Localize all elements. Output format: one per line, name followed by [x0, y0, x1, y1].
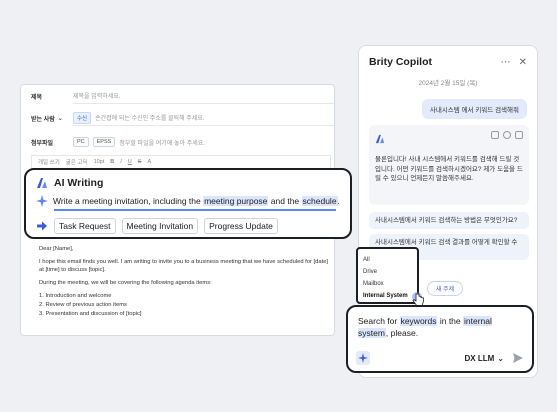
copilot-title: Brity Copilot	[369, 56, 432, 68]
llm-label: DX LLM	[464, 353, 495, 363]
attachment-hint: 첨부할 파일을 여기에 놓아 주세요.	[119, 140, 205, 147]
attachment-row: 첨부파일 PC EPSS 첨부할 파일을 여기에 놓아 주세요.	[21, 129, 334, 155]
body-line: During the meeting, we will be covering …	[39, 280, 212, 286]
chip-task-request[interactable]: Task Request	[54, 218, 116, 234]
recipient-input[interactable]: 수신 손간접에 되는 수신인 주소를 클릭해 주세요.	[73, 110, 334, 126]
sparkle-icon	[36, 195, 48, 207]
toolbar-mode[interactable]: 개일 쓰기	[38, 158, 60, 166]
strike-button[interactable]: S	[138, 159, 142, 165]
chevron-down-icon[interactable]: ⌄	[58, 115, 63, 122]
sparkle-button-icon[interactable]	[356, 351, 370, 365]
chip-progress-update[interactable]: Progress Update	[204, 218, 278, 234]
copy-icon[interactable]	[491, 131, 499, 139]
body-line: 1. Introduction and welcome	[39, 293, 112, 299]
toolbar-font[interactable]: 굴은 고딕	[66, 158, 88, 166]
body-line: 3. Presentation and discussion of [topic…	[39, 311, 142, 317]
chat-date: 2024년 2월 15일 (목)	[418, 80, 478, 87]
attachment-area[interactable]: PC EPSS 첨부할 파일을 여기에 놓아 주세요.	[73, 134, 334, 150]
search-scope-dropdown[interactable]: All Drive Mailbox Internal System	[356, 247, 419, 304]
attachment-label: 첨부파일	[31, 140, 54, 147]
ai-template-chips: Task Request Meeting Invitation Progress…	[36, 218, 340, 234]
toolbar-size[interactable]: 10pt	[94, 159, 105, 165]
underline-button[interactable]: U	[128, 159, 132, 165]
chevron-down-icon: ⌄	[497, 353, 504, 363]
subject-label: 제목	[31, 94, 43, 101]
bot-message: 물론입니다! 사내 시스템에서 키워드를 검색해 드릴 것입니다. 어떤 키워드…	[369, 125, 529, 205]
recipient-row: 받는 사람 ⌄ 수신 손간접에 되는 수신인 주소를 클릭해 주세요.	[21, 107, 334, 129]
ai-logo-icon	[375, 134, 385, 144]
new-topic-button[interactable]: 새 주제	[427, 281, 464, 296]
ai-prompt-text: Write a meeting invitation, including th…	[53, 196, 340, 206]
ai-prompt-underline	[54, 209, 336, 211]
body-line: Dear [Name],	[39, 246, 74, 252]
body-line: I hope this email finds you well. I am w…	[39, 259, 329, 273]
bold-button[interactable]: B	[110, 159, 114, 165]
suggested-question[interactable]: 사내시스템에서 키워드 검색하는 방법은 무엇인가요?	[369, 212, 529, 229]
send-icon[interactable]	[512, 352, 524, 364]
subject-input[interactable]: 제목을 입력하세요.	[73, 88, 334, 104]
attach-pc-button[interactable]: PC	[73, 137, 89, 147]
ai-writing-popup: AI Writing Write a meeting invitation, i…	[24, 168, 352, 239]
recipient-placeholder: 손간접에 되는 수신인 주소를 클릭해 주세요.	[95, 116, 205, 122]
ai-writing-title: AI Writing	[54, 177, 104, 189]
chip-meeting-invitation[interactable]: Meeting Invitation	[121, 218, 199, 234]
dropdown-option-internal-system[interactable]: Internal System	[363, 290, 412, 302]
more-icon[interactable]: ⋯	[501, 57, 511, 68]
subject-row: 제목 제목을 입력하세요.	[21, 85, 334, 107]
recipient-tag: 수신	[73, 111, 92, 124]
ai-logo-icon	[37, 178, 47, 188]
ai-prompt-row[interactable]: Write a meeting invitation, including th…	[36, 195, 340, 207]
llm-selector[interactable]: DX LLM ⌄	[465, 354, 504, 363]
mail-body[interactable]: Dear [Name], I hope this email finds you…	[39, 245, 334, 323]
chat-input[interactable]: Search for keywords in the internal syst…	[346, 305, 534, 373]
dropdown-option-all[interactable]: All	[363, 254, 412, 266]
dropdown-option-mailbox[interactable]: Mailbox	[363, 278, 412, 290]
recipient-label: 받는 사람	[31, 116, 55, 123]
close-icon[interactable]: ✕	[519, 57, 527, 68]
dropdown-option-drive[interactable]: Drive	[363, 266, 412, 278]
speaker-icon[interactable]	[515, 131, 523, 139]
arrow-right-icon	[37, 221, 47, 231]
refresh-icon[interactable]	[503, 131, 511, 139]
body-line: 2. Review of previous action items	[39, 302, 127, 308]
format-toolbar: 개일 쓰기 굴은 고딕 10pt B I U S A	[31, 155, 331, 169]
chat-input-text: Search for keywords in the internal syst…	[358, 316, 492, 338]
italic-button[interactable]: I	[120, 159, 122, 165]
bot-message-text: 물론입니다! 사내 시스템에서 키워드를 검색해 드릴 것입니다. 어떤 키워드…	[375, 156, 523, 182]
user-message: 사내시스템 에서 키워드 검색해줘	[421, 99, 527, 119]
new-topic-label: 새 주제	[436, 287, 455, 293]
font-color-button[interactable]: A	[147, 159, 151, 165]
attach-epss-button[interactable]: EPSS	[92, 137, 116, 147]
